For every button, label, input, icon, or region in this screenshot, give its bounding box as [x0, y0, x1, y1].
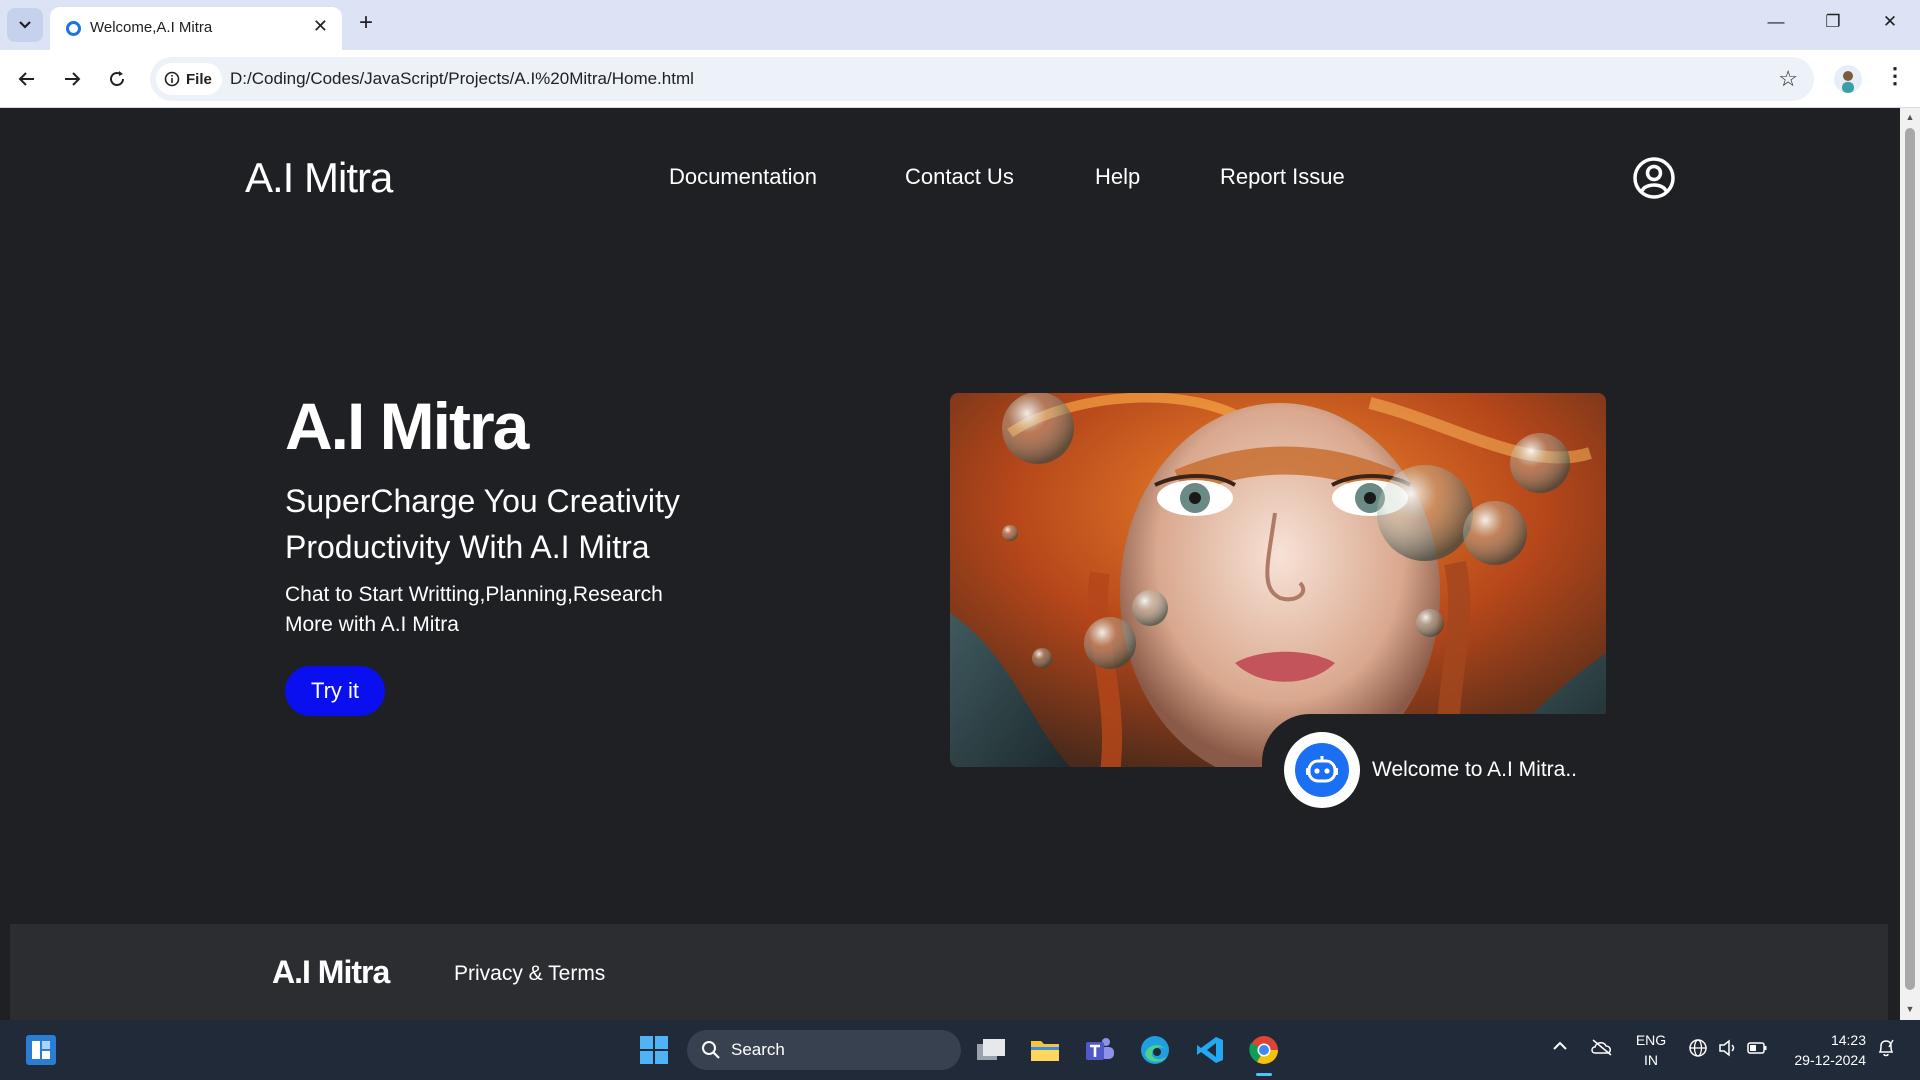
forward-icon[interactable]: [59, 66, 85, 92]
clock-time: 14:23: [1830, 1032, 1866, 1048]
minimize-icon[interactable]: —: [1764, 12, 1788, 32]
onedrive-offline-icon[interactable]: [1590, 1038, 1614, 1061]
os-taskbar: Search ENG IN 14:23 29-12-2024: [0, 1020, 1920, 1080]
search-icon: [702, 1041, 720, 1059]
file-explorer-icon[interactable]: [1027, 1032, 1063, 1068]
restore-icon[interactable]: ❐: [1821, 12, 1845, 32]
footer-logo[interactable]: A.I Mitra: [272, 954, 390, 991]
tab-strip: Welcome,A.I Mitra ✕ + — ❐ ✕: [0, 0, 1920, 50]
info-icon: [164, 71, 180, 87]
nav-documentation[interactable]: Documentation: [669, 164, 817, 190]
show-hidden-icons-icon[interactable]: [1552, 1038, 1568, 1059]
volume-icon[interactable]: [1717, 1038, 1737, 1063]
welcome-card: Welcome to A.I Mitra..: [1262, 714, 1622, 814]
nav-help[interactable]: Help: [1095, 164, 1140, 190]
chip-label: File: [186, 70, 212, 88]
back-icon[interactable]: [14, 66, 40, 92]
address-bar[interactable]: File D:/Coding/Codes/JavaScript/Projects…: [150, 57, 1814, 101]
language-code: ENG: [1635, 1032, 1667, 1048]
user-account-icon[interactable]: [1632, 156, 1676, 200]
nav-report-issue[interactable]: Report Issue: [1220, 164, 1345, 190]
teams-icon[interactable]: [1082, 1032, 1118, 1068]
hero-image: [950, 393, 1606, 767]
profile-avatar[interactable]: [1834, 65, 1862, 93]
scroll-up-icon[interactable]: ▲: [1904, 112, 1916, 122]
tab-search-button[interactable]: [7, 8, 43, 42]
region-code: IN: [1644, 1052, 1658, 1068]
reload-icon[interactable]: [104, 66, 130, 92]
try-it-button[interactable]: Try it: [285, 666, 385, 716]
hero-subtitle: SuperCharge You Creativity Productivity …: [285, 483, 680, 565]
edge-browser-icon[interactable]: [1137, 1032, 1173, 1068]
notification-bell-icon[interactable]: [1876, 1038, 1896, 1063]
browser-tab[interactable]: Welcome,A.I Mitra ✕: [50, 7, 342, 50]
url-text[interactable]: D:/Coding/Codes/JavaScript/Projects/A.I%…: [230, 69, 694, 89]
task-view-icon[interactable]: [973, 1032, 1009, 1068]
robot-icon: [1295, 743, 1349, 797]
bookmark-star-icon[interactable]: ☆: [1778, 66, 1798, 92]
page-viewport: A.I Mitra Documentation Contact Us Help …: [0, 108, 1900, 1020]
site-footer: A.I Mitra Privacy & Terms: [10, 924, 1888, 1020]
hero-title: A.I Mitra: [285, 389, 529, 463]
welcome-message: Welcome to A.I Mitra..: [1372, 758, 1578, 781]
chrome-icon[interactable]: [1246, 1032, 1282, 1068]
site-info-chip[interactable]: File: [156, 63, 222, 95]
browser-toolbar: File D:/Coding/Codes/JavaScript/Projects…: [0, 50, 1920, 108]
language-indicator[interactable]: ENG IN: [1634, 1030, 1668, 1070]
windows-start-icon[interactable]: [636, 1032, 672, 1068]
site-logo[interactable]: A.I Mitra: [245, 154, 393, 202]
tab-title: Welcome,A.I Mitra: [90, 19, 213, 36]
hero-description: Chat to Start Writting,Planning,Research…: [285, 583, 663, 636]
network-icon[interactable]: [1688, 1038, 1708, 1063]
battery-icon[interactable]: [1746, 1038, 1768, 1063]
privacy-terms-link[interactable]: Privacy & Terms: [454, 962, 605, 986]
chevron-down-icon: [19, 21, 31, 29]
page-scrollbar[interactable]: ▲ ▼: [1900, 108, 1920, 1020]
system-clock[interactable]: 14:23 29-12-2024: [1782, 1030, 1866, 1070]
vscode-icon[interactable]: [1192, 1032, 1228, 1068]
scroll-down-icon[interactable]: ▼: [1904, 1004, 1916, 1014]
taskbar-search[interactable]: Search: [687, 1030, 961, 1070]
close-tab-icon[interactable]: ✕: [313, 16, 328, 37]
search-label: Search: [731, 1040, 785, 1059]
widgets-icon[interactable]: [26, 1035, 56, 1065]
new-tab-button[interactable]: +: [354, 9, 378, 37]
close-window-icon[interactable]: ✕: [1878, 12, 1902, 32]
nav-contact-us[interactable]: Contact Us: [905, 164, 1014, 190]
scroll-thumb[interactable]: [1905, 128, 1915, 990]
more-menu-icon[interactable]: ⋮: [1884, 65, 1906, 87]
tab-favicon-icon: [66, 21, 81, 36]
active-app-indicator: [1256, 1073, 1272, 1076]
clock-date: 29-12-2024: [1794, 1052, 1866, 1068]
chatbot-button[interactable]: [1284, 732, 1360, 808]
